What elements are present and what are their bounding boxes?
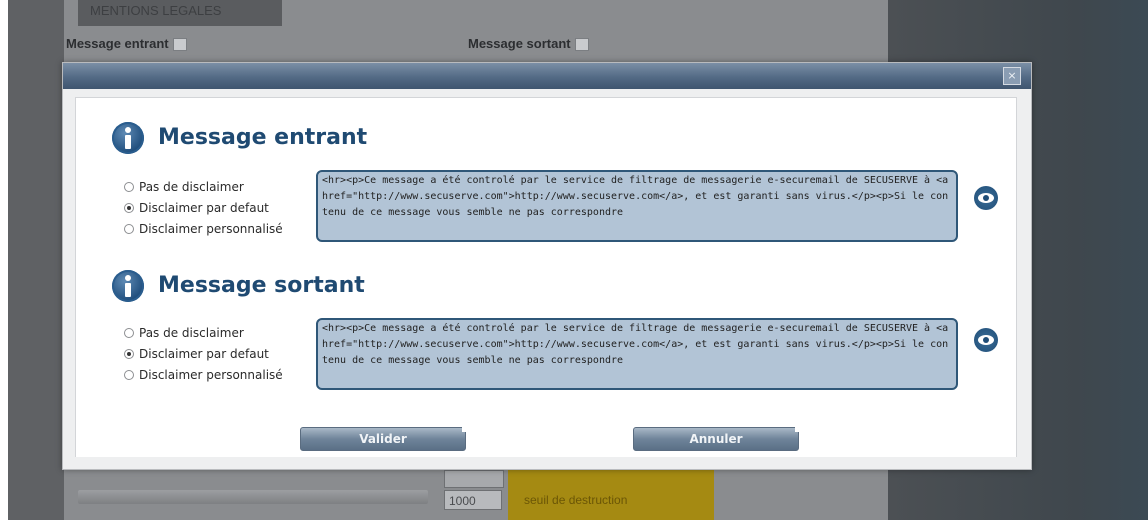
- radio-option-default[interactable]: Disclaimer par defaut: [124, 197, 283, 218]
- radio-label: Disclaimer par defaut: [139, 200, 269, 215]
- disclaimer-textarea-outgoing[interactable]: <hr><p>Ce message a été controlé par le …: [316, 318, 958, 390]
- section-title: Message sortant: [158, 273, 365, 298]
- radio-button[interactable]: [124, 223, 134, 234]
- section-title: Message entrant: [158, 125, 368, 150]
- edit-icon[interactable]: [172, 38, 187, 52]
- radio-option-none[interactable]: Pas de disclaimer: [124, 322, 283, 343]
- edit-icon[interactable]: [574, 38, 589, 52]
- radio-label: Disclaimer par defaut: [139, 346, 269, 361]
- radio-label: Disclaimer personnalisé: [139, 367, 283, 382]
- info-icon: [112, 122, 144, 154]
- radio-option-default[interactable]: Disclaimer par defaut: [124, 343, 283, 364]
- radio-option-custom[interactable]: Disclaimer personnalisé: [124, 364, 283, 385]
- threshold-slider[interactable]: [78, 490, 428, 504]
- radio-group-outgoing: Pas de disclaimer Disclaimer par defaut …: [124, 322, 283, 385]
- radio-group-incoming: Pas de disclaimer Disclaimer par defaut …: [124, 176, 283, 239]
- eye-pupil: [983, 337, 989, 343]
- eye-icon[interactable]: [974, 328, 998, 352]
- radio-label: Pas de disclaimer: [139, 179, 244, 194]
- radio-option-none[interactable]: Pas de disclaimer: [124, 176, 283, 197]
- dialog-titlebar[interactable]: ×: [63, 63, 1031, 89]
- threshold-label: seuil de destruction: [524, 493, 628, 507]
- info-icon: [112, 270, 144, 302]
- validate-button[interactable]: Valider: [300, 427, 466, 451]
- radio-label: Pas de disclaimer: [139, 325, 244, 340]
- background-label-outgoing-text: Message sortant: [468, 36, 571, 51]
- disclaimer-textarea-incoming[interactable]: <hr><p>Ce message a été controlé par le …: [316, 170, 958, 242]
- disclaimer-dialog: × Message entrant Pas de disclaimer Disc…: [62, 62, 1032, 470]
- background-input[interactable]: [444, 470, 504, 488]
- eye-icon[interactable]: [974, 186, 998, 210]
- radio-button[interactable]: [124, 348, 134, 359]
- radio-button[interactable]: [124, 202, 134, 213]
- radio-button[interactable]: [124, 369, 134, 380]
- background-label-incoming: Message entrant: [66, 36, 187, 52]
- radio-button[interactable]: [124, 181, 134, 192]
- radio-button[interactable]: [124, 327, 134, 338]
- radio-option-custom[interactable]: Disclaimer personnalisé: [124, 218, 283, 239]
- background-label-outgoing: Message sortant: [468, 36, 589, 52]
- close-icon[interactable]: ×: [1003, 67, 1021, 85]
- eye-pupil: [983, 195, 989, 201]
- tab-mentions-legales[interactable]: MENTIONS LEGALES: [78, 0, 282, 26]
- threshold-input[interactable]: 1000: [444, 490, 502, 510]
- dialog-body: Message entrant Pas de disclaimer Discla…: [75, 97, 1017, 457]
- cancel-button[interactable]: Annuler: [633, 427, 799, 451]
- radio-label: Disclaimer personnalisé: [139, 221, 283, 236]
- background-label-incoming-text: Message entrant: [66, 36, 169, 51]
